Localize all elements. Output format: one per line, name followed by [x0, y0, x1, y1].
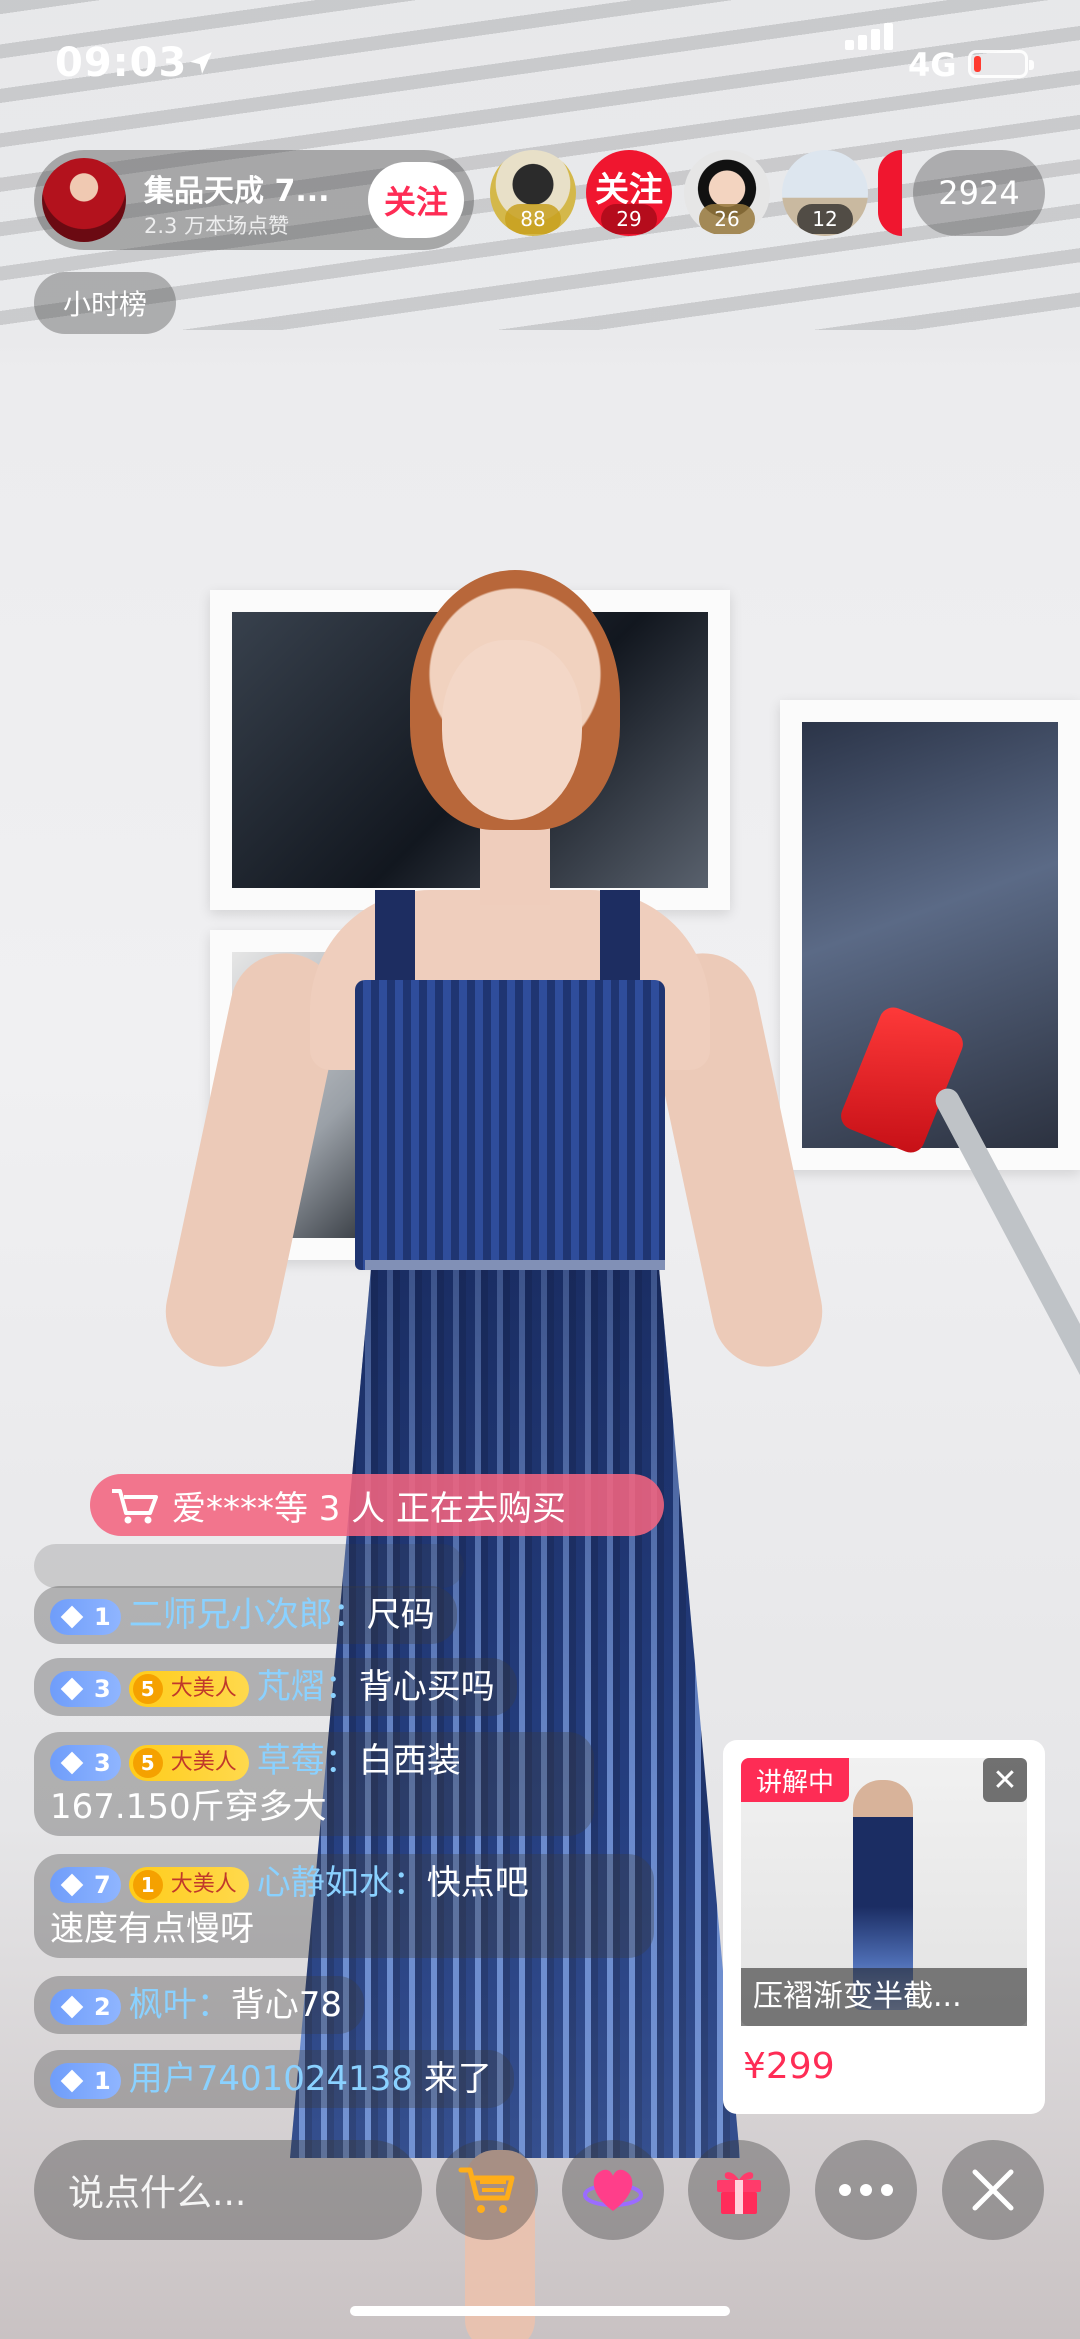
gift-icon: [717, 2172, 761, 2214]
comment-message: 来了: [413, 2059, 492, 2099]
level-badge: 1: [50, 2062, 121, 2099]
viewer-count: 29: [601, 204, 657, 234]
status-bar: 09:03 4G: [0, 0, 1080, 130]
fan-badge: 5 大美人: [128, 1744, 249, 1781]
explaining-tag: 讲解中: [741, 1758, 849, 1802]
status-time: 09:03: [55, 40, 188, 86]
comment-message: 白西装: [358, 1741, 461, 1781]
comment-row[interactable]: 2 枫叶：背心78: [34, 1976, 364, 2034]
product-title: 压褶渐变半截...: [741, 1968, 1027, 2026]
viewer-count: 12: [797, 204, 853, 234]
comment-user[interactable]: 用户7401024138: [129, 2059, 413, 2099]
fan-badge: 1 大美人: [128, 1866, 249, 1903]
comment-message: 背心78: [230, 1985, 342, 2025]
viewer-avatar-3[interactable]: 26: [684, 150, 770, 236]
comment-message-cont: 167.150斤穿多大: [50, 1787, 327, 1827]
follow-button[interactable]: 关注: [368, 162, 464, 238]
shopping-cart-button[interactable]: [436, 2140, 538, 2240]
product-card[interactable]: 讲解中 ✕ 压褶渐变半截... ¥299: [723, 1740, 1045, 2114]
comment-user[interactable]: 心静如水：: [257, 1863, 427, 1903]
product-price: ¥299: [743, 2046, 835, 2087]
more-icon: [839, 2184, 893, 2196]
comment-input[interactable]: 说点什么...: [34, 2140, 422, 2240]
viewer-avatar-5[interactable]: [878, 150, 902, 236]
network-label: 4G: [908, 46, 957, 84]
level-badge: 3: [50, 1670, 121, 1707]
comment-row[interactable]: 3 5 大美人 芃熠：背心买吗: [34, 1658, 517, 1716]
viewer-count: 88: [505, 204, 561, 234]
purchase-banner: 爱****等 3 人 正在去购买: [90, 1474, 664, 1536]
heart-icon: [583, 2169, 643, 2211]
host-likes: 2.3 万本场点赞: [144, 214, 290, 238]
fan-badge: 5 大美人: [128, 1670, 249, 1707]
online-count[interactable]: 2924: [913, 150, 1045, 236]
comment-user[interactable]: 芃熠：: [257, 1667, 359, 1707]
viewer-avatar-2[interactable]: 关注 29: [586, 150, 672, 236]
comment-message: 快点吧: [426, 1863, 529, 1903]
host-avatar[interactable]: [42, 158, 126, 242]
viewer-avatar-4[interactable]: 12: [782, 150, 868, 236]
comment-row[interactable]: 7 1 大美人 心静如水：快点吧 速度有点慢呀: [34, 1854, 654, 1958]
comment-row[interactable]: 3 5 大美人 草莓：白西装 167.150斤穿多大: [34, 1732, 594, 1836]
purchase-text: 爱****等 3 人 正在去购买: [172, 1488, 567, 1529]
level-badge: 2: [50, 1988, 121, 2025]
faded-comment-row: [34, 1544, 464, 1588]
cart-icon: [112, 1489, 158, 1524]
level-badge: 7: [50, 1866, 121, 1903]
comment-message-cont: 速度有点慢呀: [50, 1909, 254, 1949]
viewer-count: 26: [699, 204, 755, 234]
home-indicator[interactable]: [350, 2306, 730, 2316]
exit-button[interactable]: [942, 2140, 1044, 2240]
host-name: 集品天成 7...: [144, 174, 330, 209]
close-icon[interactable]: ✕: [983, 1758, 1027, 1802]
comment-user[interactable]: 草莓：: [257, 1741, 359, 1781]
viewer-avatar-1[interactable]: 88: [490, 150, 576, 236]
comment-user[interactable]: 枫叶：: [129, 1985, 231, 2025]
comment-user[interactable]: 二师兄小次郎：: [129, 1595, 367, 1635]
comment-row[interactable]: 1 二师兄小次郎：尺码: [34, 1586, 457, 1644]
host-card[interactable]: 集品天成 7... 2.3 万本场点赞 关注: [34, 150, 474, 250]
hour-rank-button[interactable]: 小时榜: [34, 272, 176, 334]
comment-row[interactable]: 1 用户7401024138 来了: [34, 2050, 514, 2108]
battery-icon: [968, 50, 1034, 78]
shopping-cart-icon: [458, 2167, 515, 2213]
comment-message: 尺码: [366, 1595, 435, 1635]
more-button[interactable]: [815, 2140, 917, 2240]
gift-button[interactable]: [688, 2140, 790, 2240]
level-badge: 3: [50, 1744, 121, 1781]
level-badge: 1: [50, 1598, 121, 1635]
close-icon: [972, 2169, 1014, 2211]
like-button[interactable]: [562, 2140, 664, 2240]
location-icon: [190, 52, 212, 74]
comment-message: 背心买吗: [358, 1667, 495, 1707]
